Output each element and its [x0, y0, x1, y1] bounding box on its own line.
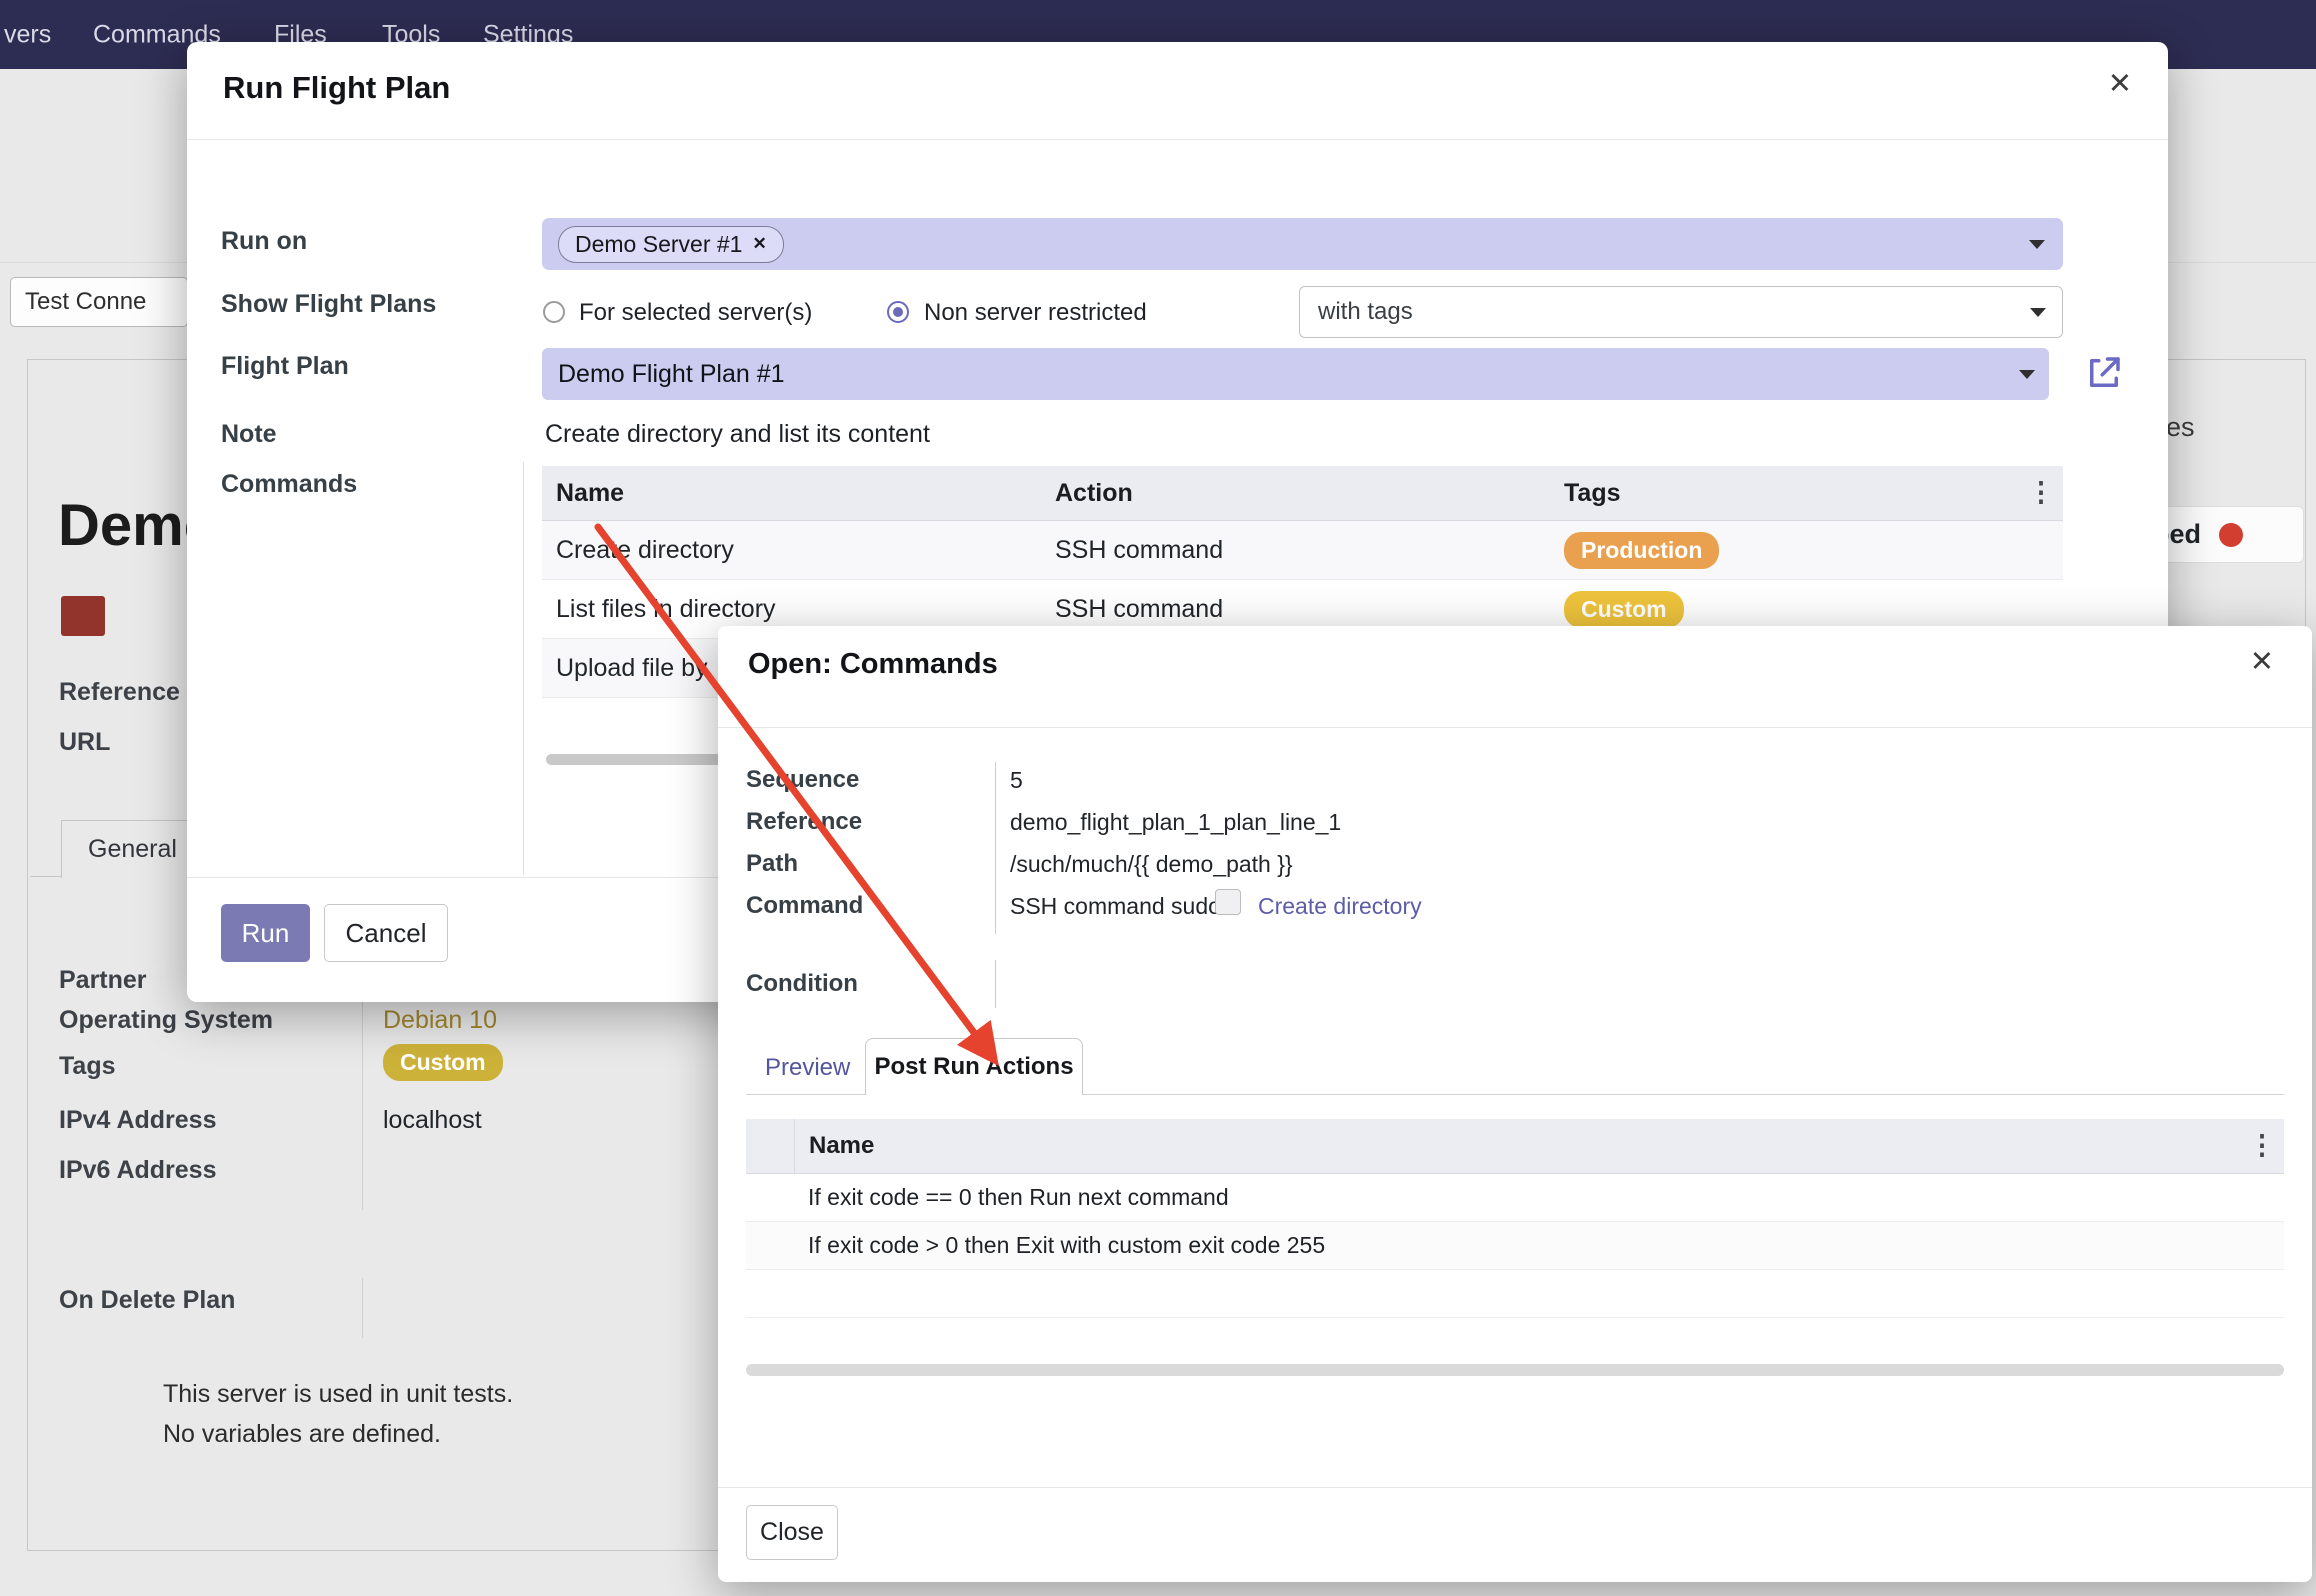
radio-for-selected-servers-label[interactable]: For selected server(s)	[579, 299, 812, 327]
close-button[interactable]: Close	[746, 1505, 838, 1560]
open-modal-header-line	[718, 727, 2312, 728]
commands-table-header: Name Action Tags ⋮	[542, 466, 2063, 521]
server-chip[interactable]: Demo Server #1 ✕	[558, 226, 784, 263]
tab-post-run-actions[interactable]: Post Run Actions	[865, 1038, 1083, 1095]
command-label: Command	[746, 892, 863, 920]
actions-table-header: Name ⋮	[746, 1119, 2284, 1174]
table-options-icon[interactable]: ⋮	[2028, 477, 2055, 507]
group-separator-rule	[523, 462, 524, 875]
chip-remove-icon[interactable]: ✕	[752, 234, 766, 254]
command-checkbox[interactable]	[1215, 889, 1241, 915]
cell-name: List files in directory	[542, 595, 1055, 624]
commands-label: Commands	[221, 470, 357, 499]
flight-plan-label: Flight Plan	[221, 352, 349, 381]
partner-label: Partner	[59, 966, 147, 995]
external-link-icon[interactable]	[2083, 352, 2125, 394]
run-on-field[interactable]: Demo Server #1 ✕	[542, 218, 2063, 270]
cell-name: Create directory	[542, 536, 1055, 565]
sequence-label: Sequence	[746, 766, 859, 794]
chevron-down-icon	[2029, 240, 2045, 249]
field-rule-2	[995, 960, 996, 1008]
table-row[interactable]: Create directory SSH command Production	[542, 521, 2063, 580]
radio-non-server-restricted[interactable]	[887, 301, 909, 323]
unit-tests-note-line1: This server is used in unit tests.	[163, 1380, 513, 1409]
tag-production: Production	[1564, 532, 1719, 569]
radio-non-server-restricted-label[interactable]: Non server restricted	[924, 299, 1147, 327]
table-options-icon[interactable]: ⋮	[2249, 1130, 2276, 1160]
path-value: /such/much/{{ demo_path }}	[1010, 851, 1293, 878]
test-connection-button[interactable]: Test Conne	[10, 277, 188, 327]
run-modal-close-icon[interactable]: ✕	[2108, 70, 2132, 99]
url-label: URL	[59, 728, 110, 757]
field-separator-rule-2	[362, 1278, 363, 1338]
open-modal-title: Open: Commands	[748, 648, 998, 681]
cell-action: SSH command	[1055, 595, 1564, 624]
open-modal-footer-line	[718, 1487, 2312, 1488]
field-rule	[995, 762, 996, 934]
command-value: SSH command sudo	[1010, 893, 1221, 920]
cell-action: SSH command	[1055, 536, 1564, 565]
col-header-tags: Tags	[1564, 479, 2019, 508]
ipv4-value: localhost	[383, 1106, 482, 1135]
os-value-link[interactable]: Debian 10	[383, 1006, 497, 1035]
condition-label: Condition	[746, 970, 858, 998]
cancel-button[interactable]: Cancel	[324, 904, 448, 962]
note-value: Create directory and list its content	[545, 420, 930, 449]
flight-plan-select[interactable]: Demo Flight Plan #1	[542, 348, 2049, 400]
selector-column	[746, 1119, 795, 1173]
chevron-down-icon	[2030, 308, 2046, 317]
server-tag-custom: Custom	[383, 1044, 503, 1081]
ipv6-label: IPv6 Address	[59, 1156, 216, 1185]
post-run-actions-table: Name ⋮ If exit code == 0 then Run next c…	[746, 1119, 2284, 1318]
reference-label: Reference	[59, 678, 180, 707]
table-row-empty[interactable]	[746, 1270, 2284, 1318]
sequence-value: 5	[1010, 767, 1023, 794]
table-row[interactable]: If exit code == 0 then Run next command	[746, 1174, 2284, 1222]
tags-label: Tags	[59, 1052, 116, 1081]
nav-item-servers[interactable]: vers	[4, 20, 51, 49]
reference-label: Reference	[746, 808, 862, 836]
run-modal-title: Run Flight Plan	[223, 70, 450, 106]
open-commands-modal: Open: Commands ✕ Sequence Reference Path…	[718, 626, 2312, 1582]
radio-for-selected-servers[interactable]	[543, 301, 565, 323]
tag-custom: Custom	[1564, 591, 1684, 628]
col-header-name: Name	[795, 1132, 2240, 1160]
note-label: Note	[221, 420, 277, 449]
chevron-down-icon	[2019, 370, 2035, 379]
create-directory-link[interactable]: Create directory	[1258, 893, 1422, 920]
run-button[interactable]: Run	[221, 904, 310, 962]
tab-general[interactable]: General	[61, 820, 204, 878]
open-modal-close-icon[interactable]: ✕	[2250, 648, 2274, 677]
tab-preview[interactable]: Preview	[765, 1054, 850, 1082]
table-row[interactable]: If exit code > 0 then Exit with custom e…	[746, 1222, 2284, 1270]
flight-plan-select-value: Demo Flight Plan #1	[558, 360, 785, 389]
on-delete-plan-label: On Delete Plan	[59, 1286, 235, 1315]
with-tags-dropdown-value: with tags	[1318, 298, 1413, 326]
os-label: Operating System	[59, 1006, 273, 1035]
with-tags-dropdown[interactable]: with tags	[1299, 286, 2063, 338]
status-stopped-dot-icon	[2219, 523, 2243, 547]
table-hscrollbar[interactable]	[746, 1364, 2284, 1376]
ipv4-label: IPv4 Address	[59, 1106, 216, 1135]
run-modal-header-line	[187, 139, 2168, 140]
unit-tests-note-line2: No variables are defined.	[163, 1420, 441, 1449]
reference-value: demo_flight_plan_1_plan_line_1	[1010, 809, 1341, 836]
screen: vers Commands Files Tools Settings Test …	[0, 0, 2316, 1596]
col-header-name: Name	[542, 479, 1055, 508]
col-header-action: Action	[1055, 479, 1564, 508]
server-chip-label: Demo Server #1	[575, 231, 742, 258]
notes-tab-fragment: es	[2166, 412, 2195, 443]
path-label: Path	[746, 850, 798, 878]
show-flight-plans-label: Show Flight Plans	[221, 290, 436, 319]
color-swatch[interactable]	[61, 596, 105, 636]
run-on-label: Run on	[221, 227, 307, 256]
